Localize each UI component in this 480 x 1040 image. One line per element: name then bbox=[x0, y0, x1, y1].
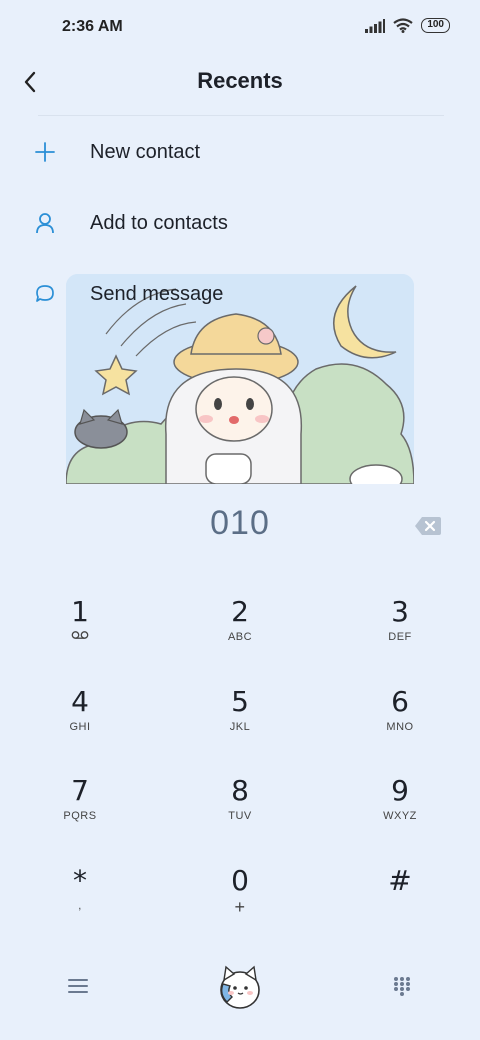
key-8-letters: TUV bbox=[228, 810, 252, 822]
key-1-digit: 1 bbox=[71, 595, 89, 628]
call-button[interactable] bbox=[212, 958, 268, 1014]
key-5-digit: 5 bbox=[231, 685, 249, 718]
key-4-digit: 4 bbox=[71, 685, 89, 718]
key-3-digit: 3 bbox=[391, 595, 409, 628]
header: Recents bbox=[0, 60, 480, 104]
backspace-button[interactable] bbox=[414, 514, 442, 540]
key-2[interactable]: 2 ABC bbox=[180, 594, 300, 674]
key-9[interactable]: 9 WXYZ bbox=[340, 773, 460, 853]
key-8[interactable]: 8 TUV bbox=[180, 773, 300, 853]
send-message-row[interactable]: Send message bbox=[0, 266, 480, 322]
key-1[interactable]: 1 bbox=[20, 594, 140, 674]
key-star[interactable]: * , bbox=[20, 863, 140, 943]
key-4[interactable]: 4 GHI bbox=[20, 684, 140, 764]
key-8-digit: 8 bbox=[231, 774, 249, 807]
header-divider bbox=[38, 115, 444, 116]
backspace-icon bbox=[415, 517, 441, 535]
dialpad-toggle-button[interactable] bbox=[382, 970, 422, 1002]
key-0-letters: + bbox=[234, 897, 246, 917]
status-icons: 100 bbox=[365, 18, 450, 33]
page-title: Recents bbox=[197, 68, 283, 93]
battery-icon: 100 bbox=[421, 18, 450, 33]
key-4-letters: GHI bbox=[69, 721, 91, 733]
new-contact-row[interactable]: New contact bbox=[0, 124, 480, 180]
key-5[interactable]: 5 JKL bbox=[180, 684, 300, 764]
key-7[interactable]: 7 PQRS bbox=[20, 773, 140, 853]
voicemail-icon bbox=[71, 631, 89, 639]
key-0[interactable]: 0 + bbox=[180, 863, 300, 943]
signal-icon bbox=[365, 18, 386, 33]
key-9-digit: 9 bbox=[391, 774, 409, 807]
key-5-letters: JKL bbox=[229, 721, 251, 733]
key-9-letters: WXYZ bbox=[383, 810, 417, 822]
dialed-number: 010 bbox=[210, 504, 270, 542]
key-3-letters: DEF bbox=[388, 631, 412, 643]
plus-icon bbox=[32, 139, 58, 165]
message-icon bbox=[32, 281, 58, 307]
bottom-bar bbox=[0, 950, 480, 1020]
new-contact-label: New contact bbox=[90, 140, 201, 163]
status-time: 2:36 AM bbox=[62, 18, 123, 35]
status-bar: 2:36 AM 100 bbox=[0, 0, 480, 56]
key-2-digit: 2 bbox=[231, 595, 249, 628]
key-2-letters: ABC bbox=[227, 631, 253, 643]
key-6[interactable]: 6 MNO bbox=[340, 684, 460, 764]
person-icon bbox=[32, 210, 58, 236]
call-mascot-icon bbox=[220, 965, 260, 1009]
menu-button[interactable] bbox=[58, 970, 98, 1002]
key-6-letters: MNO bbox=[386, 721, 414, 733]
send-message-label: Send message bbox=[90, 282, 224, 305]
key-hash[interactable]: # bbox=[340, 863, 460, 943]
key-3[interactable]: 3 DEF bbox=[340, 594, 460, 674]
key-star-letters: , bbox=[78, 900, 82, 912]
dialpad-icon bbox=[394, 977, 410, 996]
add-to-contacts-label: Add to contacts bbox=[90, 211, 228, 234]
key-6-digit: 6 bbox=[391, 685, 409, 718]
add-to-contacts-row[interactable]: Add to contacts bbox=[0, 195, 480, 251]
key-star-digit: * bbox=[73, 864, 87, 897]
menu-icon bbox=[68, 979, 88, 993]
key-0-digit: 0 bbox=[231, 864, 249, 897]
key-7-letters: PQRS bbox=[63, 810, 97, 822]
key-hash-digit: # bbox=[388, 864, 412, 897]
wifi-icon bbox=[393, 18, 413, 33]
key-7-digit: 7 bbox=[71, 774, 89, 807]
